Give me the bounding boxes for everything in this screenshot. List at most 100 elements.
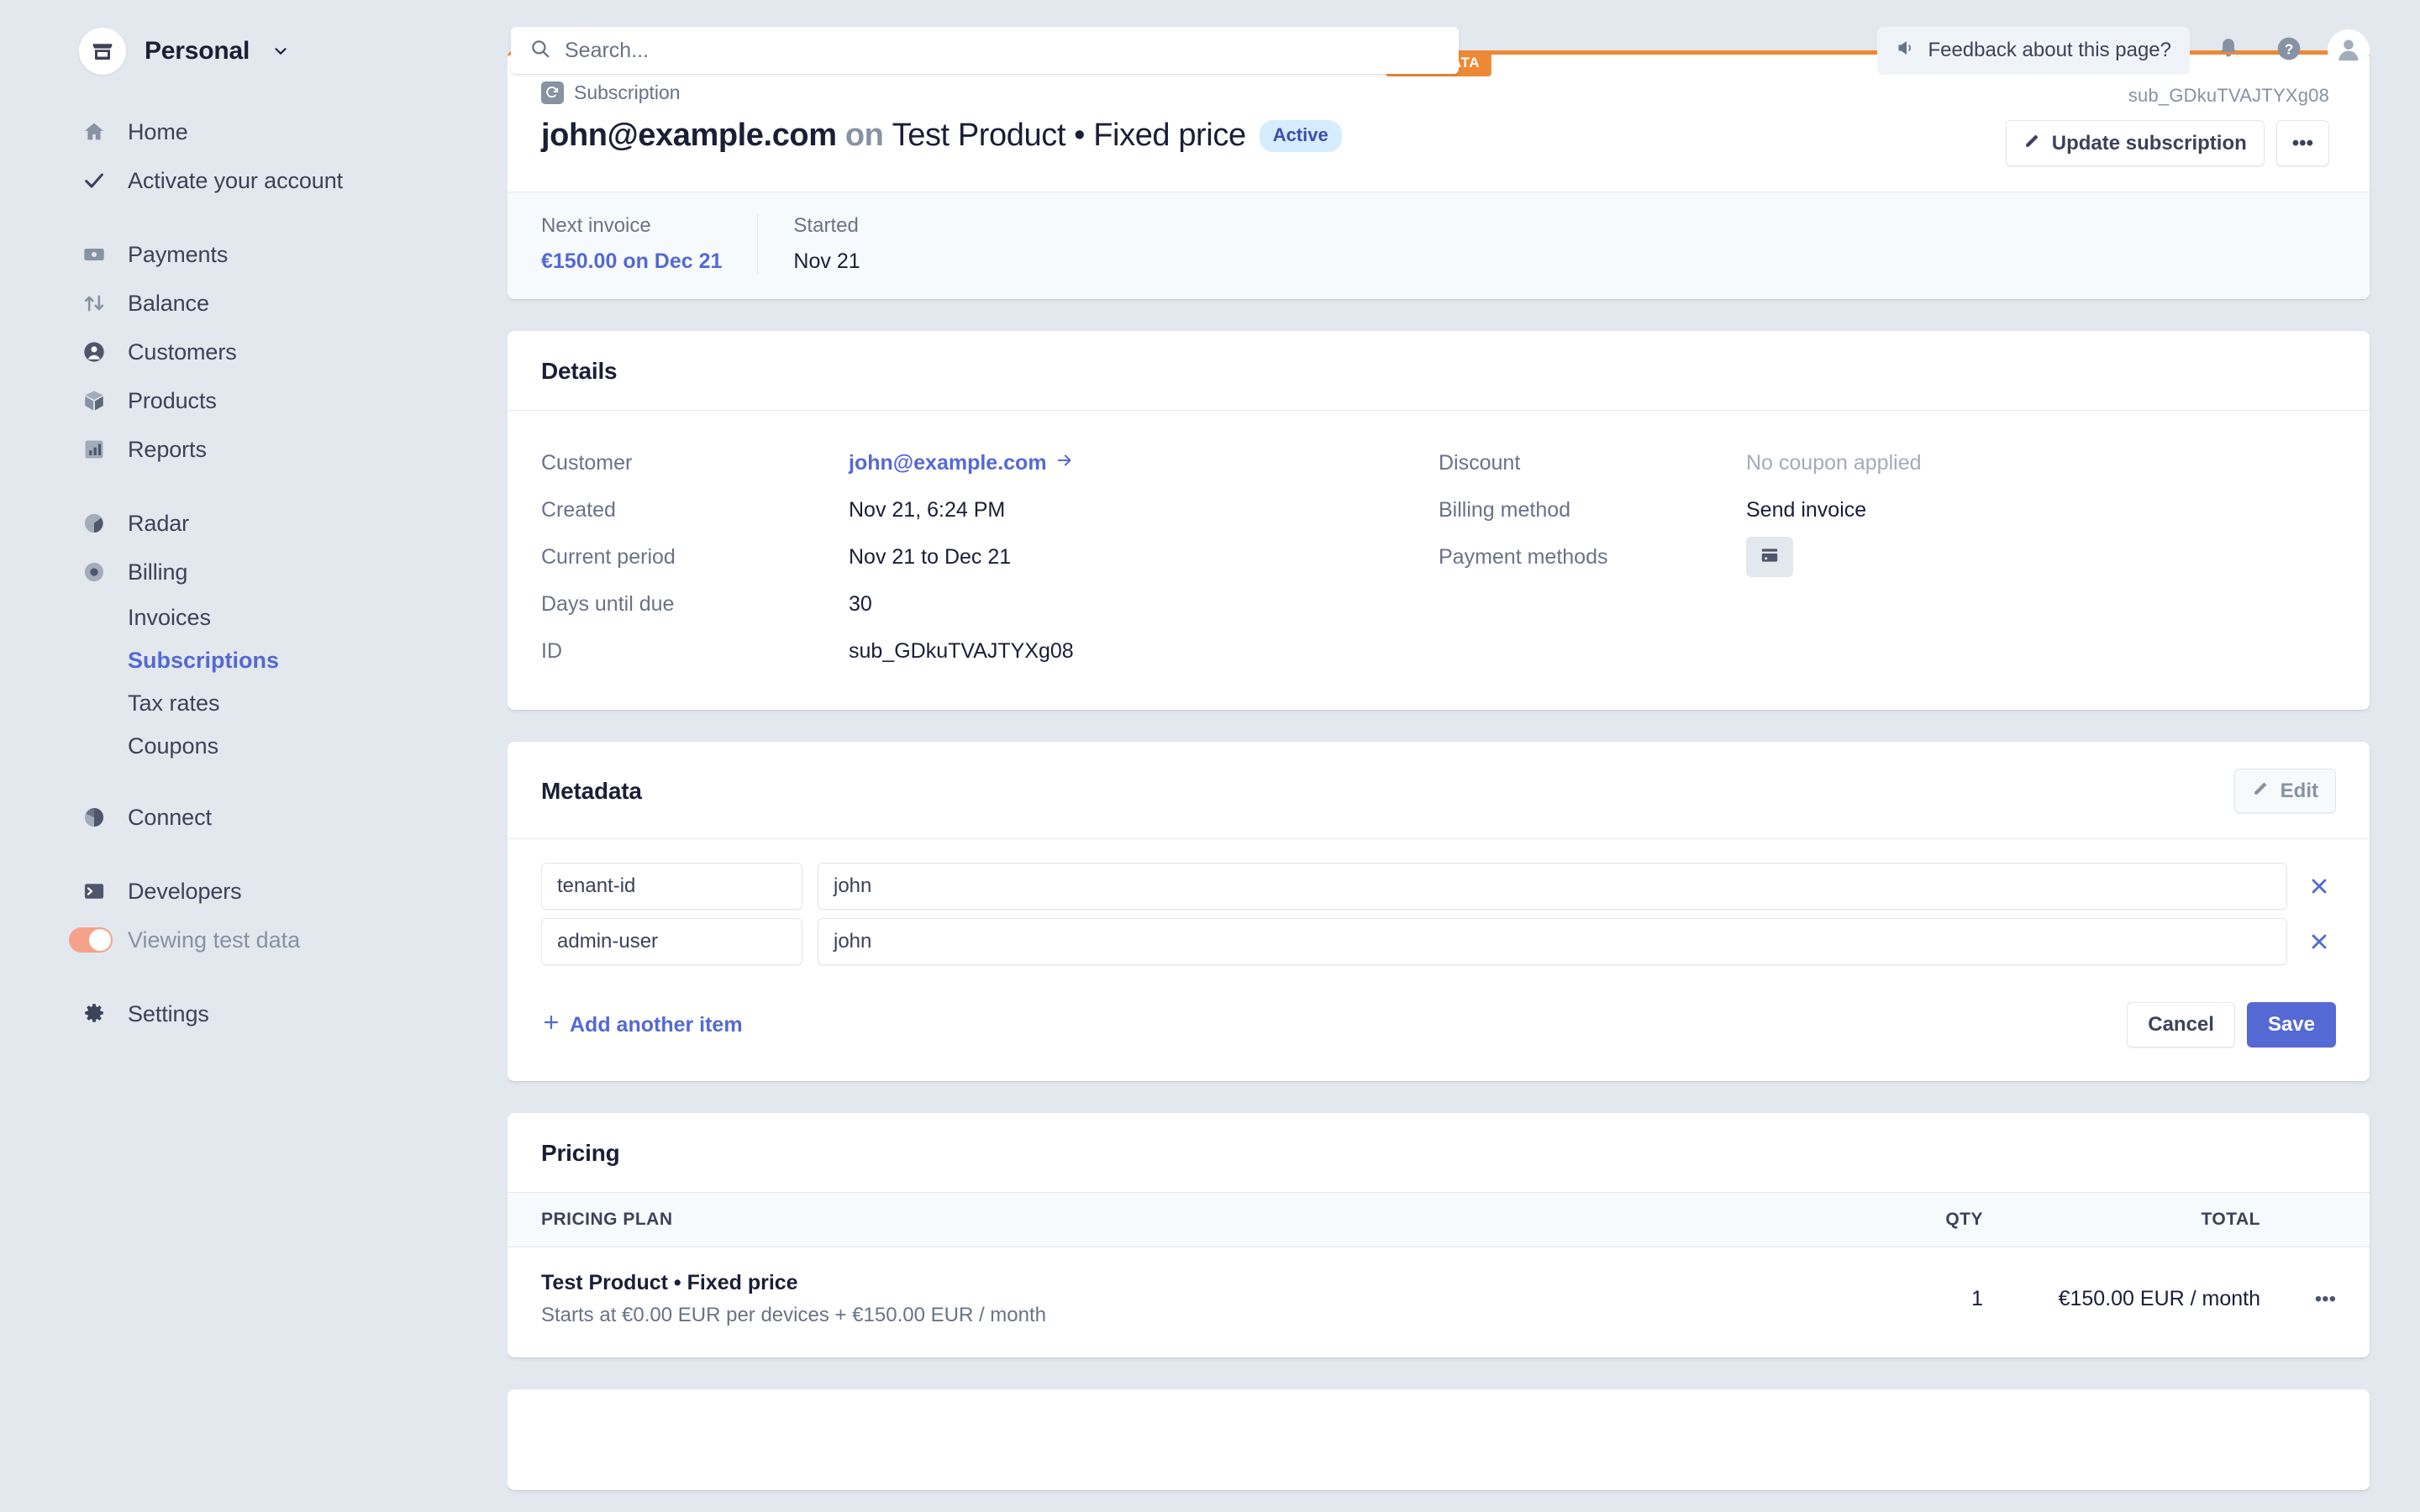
test-data-toggle[interactable]: Viewing test data: [0, 916, 508, 964]
detail-value: Nov 21 to Dec 21: [849, 545, 1011, 570]
pricing-total-cell: €150.00 EUR / month: [1983, 1287, 2260, 1311]
sidebar-item-products[interactable]: Products: [0, 376, 508, 425]
sidebar-item-payments[interactable]: Payments: [0, 230, 508, 279]
metadata-edit-button[interactable]: Edit: [2234, 769, 2336, 813]
customer-link[interactable]: john@example.com: [849, 451, 1074, 475]
metadata-edit-label: Edit: [2281, 780, 2318, 803]
sidebar-subitem-tax-rates[interactable]: Tax rates: [0, 682, 508, 725]
sidebar-item-billing[interactable]: Billing: [0, 548, 508, 596]
detail-label: Payment methods: [1439, 545, 1608, 570]
details-right-labels: Discount Billing method Payment methods: [1439, 439, 1746, 675]
sidebar-item-radar[interactable]: Radar: [0, 499, 508, 548]
test-data-toggle-label: Viewing test data: [128, 927, 300, 953]
reports-icon: [79, 434, 109, 465]
add-another-item-button[interactable]: Add another item: [541, 1012, 743, 1038]
metadata-key-input[interactable]: [541, 918, 802, 965]
plus-icon: [541, 1012, 561, 1038]
sidebar-item-reports[interactable]: Reports: [0, 425, 508, 474]
detail-value: No coupon applied: [1746, 451, 1922, 475]
gear-icon: [79, 999, 109, 1029]
pricing-plan-cell: Test Product • Fixed price Starts at €0.…: [541, 1271, 1798, 1327]
pricing-table-header: PRICING PLAN QTY TOTAL: [508, 1192, 2370, 1247]
sidebar-item-label: Balance: [128, 291, 209, 317]
column-header-total: TOTAL: [1983, 1210, 2260, 1230]
stat-value: Nov 21: [793, 249, 860, 274]
nav-group-settings: Settings: [0, 990, 508, 1038]
nav-group-connect: Connect: [0, 793, 508, 842]
sidebar-item-developers[interactable]: Developers: [0, 867, 508, 916]
detail-value: Send invoice: [1746, 498, 1866, 522]
help-button[interactable]: ?: [2267, 29, 2311, 72]
topbar: Search... Feedback about this page? ?: [508, 0, 2420, 101]
details-left-values: john@example.com Nov 21, 6:24 PM Nov 21 …: [849, 439, 1439, 675]
details-header: Details: [508, 331, 2370, 410]
details-right-column: Discount Billing method Payment methods …: [1439, 439, 2336, 675]
metadata-key-input[interactable]: [541, 863, 802, 910]
sidebar-item-settings[interactable]: Settings: [0, 990, 508, 1038]
subscription-overflow-button[interactable]: •••: [2276, 120, 2329, 166]
pricing-header: Pricing: [508, 1113, 2370, 1192]
nav-group-primary: Home Activate your account: [0, 108, 508, 205]
question-circle-icon: ?: [2275, 35, 2302, 66]
sidebar-item-label: Reports: [128, 437, 207, 463]
notifications-button[interactable]: [2207, 29, 2250, 72]
save-button[interactable]: Save: [2247, 1002, 2336, 1047]
sidebar-item-label: Settings: [128, 1001, 209, 1027]
column-header-menu: [2260, 1210, 2336, 1230]
terminal-icon: [79, 876, 109, 906]
table-row[interactable]: Test Product • Fixed price Starts at €0.…: [508, 1247, 2370, 1357]
sidebar-item-customers[interactable]: Customers: [0, 328, 508, 376]
metadata-rows: [508, 839, 2370, 965]
next-card-partial: [508, 1389, 2370, 1490]
status-badge: Active: [1260, 120, 1342, 152]
sidebar-item-connect[interactable]: Connect: [0, 793, 508, 842]
pricing-qty-cell: 1: [1798, 1287, 1983, 1311]
metadata-title: Metadata: [541, 778, 642, 805]
sidebar-item-label: Radar: [128, 511, 189, 537]
sidebar-item-balance[interactable]: Balance: [0, 279, 508, 328]
page-title: john@example.com on Test Product • Fixed…: [541, 118, 1246, 154]
balance-icon: [79, 288, 109, 318]
search-input[interactable]: Search...: [511, 27, 1459, 74]
metadata-value-input[interactable]: [818, 918, 2287, 965]
user-avatar[interactable]: [2328, 29, 2370, 71]
subscription-stats: Next invoice €150.00 on Dec 21 Started N…: [508, 192, 2370, 299]
stat-label: Next invoice: [541, 214, 722, 238]
details-body: Customer Created Current period Days unt…: [508, 411, 2370, 710]
connect-icon: [79, 802, 109, 832]
metadata-remove-button[interactable]: [2302, 874, 2336, 898]
feedback-button[interactable]: Feedback about this page?: [1877, 27, 2190, 75]
pricing-row-overflow-button[interactable]: •••: [2260, 1288, 2336, 1311]
metadata-remove-button[interactable]: [2302, 930, 2336, 953]
sidebar-item-home[interactable]: Home: [0, 108, 508, 156]
account-switcher[interactable]: Personal: [0, 25, 508, 77]
sidebar-subitem-subscriptions[interactable]: Subscriptions: [0, 639, 508, 682]
sidebar-item-label: Products: [128, 388, 217, 414]
payments-icon: [79, 239, 109, 270]
payment-method-chip[interactable]: [1746, 537, 1793, 577]
update-subscription-button[interactable]: Update subscription: [2006, 120, 2265, 166]
details-left-column: Customer Created Current period Days unt…: [541, 439, 1439, 675]
detail-label: Customer: [541, 451, 632, 475]
detail-label: Days until due: [541, 592, 674, 617]
sidebar-item-label: Connect: [128, 805, 212, 831]
metadata-header: Metadata Edit: [508, 742, 2370, 838]
detail-value: sub_GDkuTVAJTYXg08: [849, 639, 1074, 664]
sidebar-subitem-invoices[interactable]: Invoices: [0, 596, 508, 639]
app-root: Personal Home Activate your accoun: [0, 0, 2420, 1512]
detail-value: 30: [849, 592, 872, 617]
sidebar-item-activate-your-account[interactable]: Activate your account: [0, 156, 508, 205]
title-customer: john@example.com: [541, 118, 837, 153]
sidebar-subitem-coupons[interactable]: Coupons: [0, 725, 508, 768]
stat-value[interactable]: €150.00 on Dec 21: [541, 249, 722, 274]
metadata-value-input[interactable]: [818, 863, 2287, 910]
metadata-footer: Add another item Cancel Save: [508, 974, 2370, 1081]
sidebar-nav: Home Activate your account Payments: [0, 108, 508, 1038]
store-icon: [79, 28, 126, 75]
topbar-actions: Feedback about this page? ?: [1877, 27, 2370, 75]
check-icon: [79, 165, 109, 196]
stat-next-invoice: Next invoice €150.00 on Dec 21: [541, 214, 757, 274]
pencil-icon: [2252, 779, 2270, 803]
cancel-button[interactable]: Cancel: [2127, 1002, 2235, 1047]
stat-label: Started: [793, 214, 860, 238]
